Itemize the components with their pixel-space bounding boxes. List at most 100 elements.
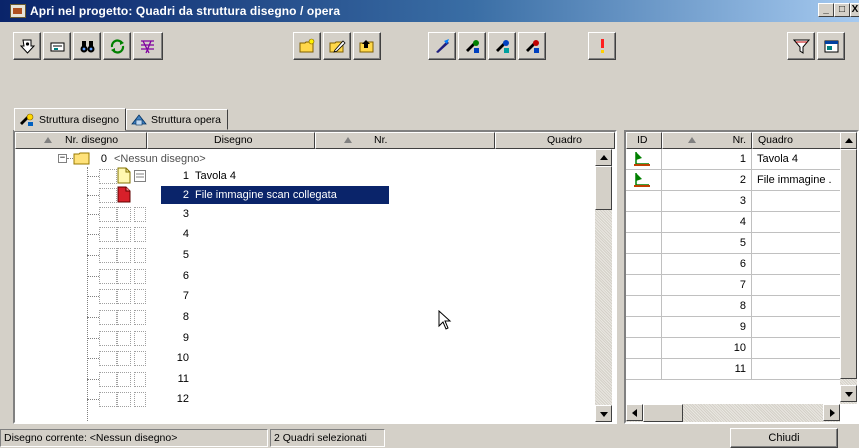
id-cell — [626, 317, 662, 338]
placeholder-icon — [99, 310, 117, 325]
scroll-thumb[interactable] — [595, 166, 612, 210]
table-row[interactable]: 3 — [626, 191, 841, 212]
mark-button[interactable] — [518, 32, 546, 60]
new-folder-button[interactable] — [293, 32, 321, 60]
quadro-cell — [752, 191, 841, 212]
arrange-button[interactable] — [458, 32, 486, 60]
table-row[interactable]: 6 — [626, 254, 841, 275]
open-project-button[interactable] — [13, 32, 41, 60]
collapse-toggle-icon[interactable]: − — [58, 154, 67, 163]
column-header-disegno[interactable]: Disegno — [147, 132, 315, 149]
draw-button[interactable] — [428, 32, 456, 60]
scroll-left-button[interactable] — [626, 404, 643, 421]
info-icon — [601, 39, 604, 53]
mouse-cursor-icon — [438, 309, 454, 332]
refresh-button[interactable] — [103, 32, 131, 60]
placeholder-icon — [134, 310, 146, 325]
column-header-quadro[interactable]: Quadro — [752, 132, 841, 149]
drawing-number: 9 — [182, 332, 189, 344]
folder-up-button[interactable] — [353, 32, 381, 60]
drawing-tree: − 0 <Nessun disegno> 1 Tavola 4 2 File i… — [15, 149, 595, 422]
sort-icon — [496, 40, 509, 53]
column-header-nr[interactable]: Nr. — [315, 132, 495, 149]
close-button[interactable]: X — [850, 3, 859, 17]
table-row[interactable]: 1 Tavola 4 — [626, 149, 841, 170]
placeholder-icon — [117, 227, 131, 242]
tree-row[interactable]: 3 — [15, 205, 595, 225]
column-header-id[interactable]: ID — [626, 132, 662, 149]
filter-button[interactable] — [787, 32, 815, 60]
right-vertical-scrollbar[interactable] — [840, 132, 857, 404]
placeholder-icon — [99, 269, 117, 284]
table-row[interactable]: 11 — [626, 359, 841, 380]
display-button[interactable] — [43, 32, 71, 60]
tab-strip: Struttura disegno Struttura opera — [14, 108, 229, 131]
tree-row[interactable]: 10 — [15, 349, 595, 369]
new-folder-icon — [299, 38, 315, 53]
column-header-quadro[interactable]: Quadro — [495, 132, 615, 149]
nr-cell: 4 — [662, 212, 752, 233]
quadro-cell: Tavola 4 — [752, 149, 841, 170]
quadro-cell — [752, 275, 841, 296]
right-horizontal-scrollbar[interactable] — [626, 404, 840, 422]
folder-up-icon — [359, 40, 374, 53]
table-row[interactable]: 2 File immagine . — [626, 170, 841, 191]
table-row[interactable]: 9 — [626, 317, 841, 338]
scroll-down-button[interactable] — [840, 385, 857, 402]
close-dialog-button[interactable]: Chiudi — [730, 428, 838, 448]
drawing-structure-panel: Nr. disegno Disegno Nr. Quadro − 0 <Ness… — [13, 130, 617, 424]
tree-connector — [87, 296, 99, 297]
tree-row[interactable]: 6 — [15, 267, 595, 287]
edit-folder-button[interactable] — [323, 32, 351, 60]
table-row[interactable]: 10 — [626, 338, 841, 359]
tab-struttura-disegno[interactable]: Struttura disegno — [14, 108, 126, 131]
tree-row[interactable]: 5 — [15, 246, 595, 266]
nr-cell: 6 — [662, 254, 752, 275]
tree-row[interactable]: 2 File immagine scan collegata — [15, 186, 595, 206]
drawing-number: 2 — [182, 189, 189, 201]
sort-ascending-icon — [688, 137, 696, 143]
scroll-thumb[interactable] — [840, 149, 857, 379]
tree-row[interactable]: 11 — [15, 370, 595, 390]
sort-button[interactable] — [488, 32, 516, 60]
placeholder-icon — [117, 207, 131, 222]
placeholder-icon — [134, 392, 146, 407]
draw-icon — [436, 39, 449, 53]
scroll-right-button[interactable] — [823, 404, 840, 421]
info-button[interactable] — [588, 32, 616, 60]
maximize-button[interactable]: □ — [834, 3, 850, 17]
tree-connector — [87, 399, 99, 400]
tree-row[interactable]: 4 — [15, 225, 595, 245]
toolbar-group-4 — [428, 32, 546, 62]
minimize-button[interactable]: _ — [818, 3, 834, 17]
arrange-icon — [466, 40, 479, 53]
tree-row[interactable]: 7 — [15, 287, 595, 307]
tree-row[interactable]: 12 — [15, 390, 595, 410]
drawing-label: <Nessun disegno> — [114, 153, 206, 165]
scroll-up-button[interactable] — [840, 132, 857, 149]
tab-struttura-opera[interactable]: Struttura opera — [125, 109, 229, 130]
left-vertical-scrollbar[interactable] — [595, 149, 612, 422]
scroll-thumb[interactable] — [643, 404, 683, 422]
placeholder-icon — [117, 392, 131, 407]
find-button[interactable] — [73, 32, 101, 60]
scroll-down-button[interactable] — [595, 405, 612, 422]
settings-button[interactable] — [817, 32, 845, 60]
tree-row[interactable]: 1 Tavola 4 — [15, 167, 595, 187]
arrow-left-icon — [632, 409, 637, 417]
tree-row[interactable]: 8 — [15, 308, 595, 328]
quadri-panel: ID Nr. Quadro 1 Tavola 4 2 File immagine… — [624, 130, 859, 424]
tab-label: Struttura opera — [150, 113, 222, 126]
table-row[interactable]: 5 — [626, 233, 841, 254]
column-header-nr-disegno[interactable]: Nr. disegno — [15, 132, 147, 149]
scroll-up-button[interactable] — [595, 149, 612, 166]
table-row[interactable]: 4 — [626, 212, 841, 233]
structure-icon — [141, 40, 154, 54]
placeholder-icon — [117, 289, 131, 304]
structure-button[interactable] — [133, 32, 163, 60]
table-row[interactable]: 7 — [626, 275, 841, 296]
column-header-nr[interactable]: Nr. — [662, 132, 752, 149]
tree-row[interactable]: 9 — [15, 329, 595, 349]
placeholder-icon — [99, 392, 117, 407]
table-row[interactable]: 8 — [626, 296, 841, 317]
